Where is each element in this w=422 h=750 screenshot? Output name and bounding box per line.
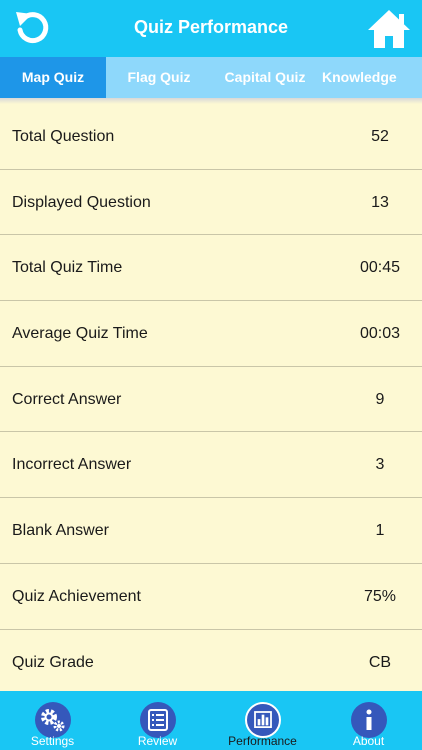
list-item: Quiz Grade CB (0, 630, 422, 696)
home-icon[interactable] (366, 8, 412, 50)
tab-knowledge[interactable]: Knowledge (318, 57, 422, 98)
list-item: Displayed Question 13 (0, 170, 422, 236)
nav-review[interactable]: Review (105, 691, 210, 750)
tab-capital-quiz[interactable]: Capital Quiz (212, 57, 318, 98)
tab-map-quiz[interactable]: Map Quiz (0, 57, 106, 98)
page-title: Quiz Performance (133, 17, 289, 37)
nav-label: Performance (228, 734, 297, 748)
stat-label: Quiz Grade (12, 653, 94, 671)
tab-flag-quiz[interactable]: Flag Quiz (106, 57, 212, 98)
list-item: Blank Answer 1 (0, 498, 422, 564)
stat-value: 13 (371, 193, 389, 211)
stat-value: 52 (371, 128, 389, 145)
top-bar: Quiz Performance (0, 0, 422, 57)
list-item: Total Quiz Time 00:45 (0, 235, 422, 302)
gears-icon (34, 702, 71, 738)
stat-label: Correct Answer (12, 390, 122, 408)
stat-value: 00:45 (359, 259, 401, 277)
stat-label: Total Quiz Time (12, 259, 123, 277)
nav-settings[interactable]: Settings (0, 691, 105, 750)
stat-value: CB (368, 653, 392, 671)
nav-performance[interactable]: Performance (210, 691, 315, 750)
stat-value: 9 (375, 390, 385, 408)
bar-chart-icon (244, 702, 281, 738)
quiz-tabs: Map Quiz Flag Quiz Capital Quiz Knowledg… (0, 57, 422, 98)
bottom-nav: Settings Review Performance About (0, 691, 422, 750)
list-item: Quiz Achievement 75% (0, 564, 422, 630)
info-icon (350, 702, 387, 738)
stat-value: 3 (375, 456, 385, 474)
stat-value: 00:03 (359, 325, 401, 343)
nav-label: Review (137, 734, 178, 748)
list-item: Incorrect Answer 3 (0, 432, 422, 499)
stat-value: 75% (363, 587, 397, 605)
stat-value: 1 (375, 522, 385, 540)
stat-label: Blank Answer (12, 522, 109, 540)
stats-list: Total Question 52 Displayed Question 13 … (0, 104, 422, 695)
stat-label: Displayed Question (12, 193, 151, 211)
nav-label: About (352, 734, 385, 748)
nav-about[interactable]: About (316, 691, 421, 750)
stat-label: Quiz Achievement (12, 587, 141, 605)
nav-label: Settings (30, 734, 75, 748)
stat-label: Total Question (12, 128, 115, 145)
list-item: Correct Answer 9 (0, 367, 422, 433)
stat-label: Average Quiz Time (12, 325, 148, 343)
list-item: Total Question 52 (0, 104, 422, 170)
list-item: Average Quiz Time 00:03 (0, 301, 422, 367)
stat-label: Incorrect Answer (12, 456, 132, 474)
list-icon (139, 702, 176, 738)
